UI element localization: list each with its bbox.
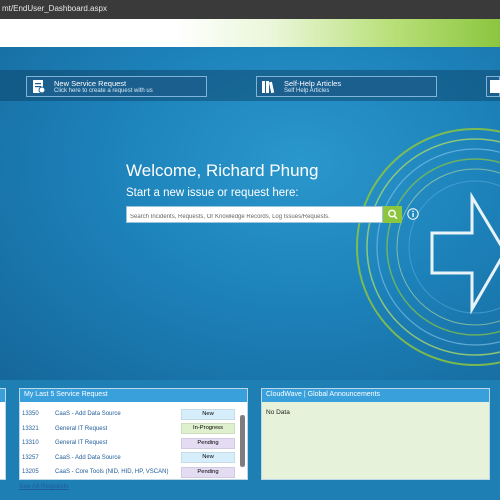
status-badge: New	[181, 408, 235, 420]
table-row[interactable]: 13205 CaaS - Core Tools (NID, HID, HP, VS…	[22, 465, 235, 480]
table-row[interactable]: 13350 CaaS - Add Data Source New	[22, 407, 235, 422]
table-row[interactable]: 13257 CaaS - Add Data Source New	[22, 451, 235, 466]
welcome-heading: Welcome, Richard Phung	[126, 161, 319, 180]
announcements-body: No Data	[266, 409, 290, 416]
search-prompt: Start a new issue or request here:	[126, 187, 299, 199]
requests-scrollbar[interactable]	[240, 415, 245, 467]
scrollbar-thumb[interactable]	[240, 415, 245, 467]
table-row[interactable]: 13310 General IT Request Pending	[22, 436, 235, 451]
request-title[interactable]: General IT Request	[55, 426, 107, 432]
table-row[interactable]: 13321 General IT Request In-Progress	[22, 422, 235, 437]
third-nav-tile[interactable]	[486, 76, 500, 97]
status-badge: Pending	[181, 437, 235, 449]
tile-title: Self-Help Articles	[284, 79, 342, 88]
request-title[interactable]: CaaS - Add Data Source	[55, 455, 121, 461]
address-url[interactable]: mt/EndUser_Dashboard.aspx	[2, 4, 107, 13]
request-id[interactable]: 13205	[22, 469, 39, 475]
requests-table: 13350 CaaS - Add Data Source New 13321 Gener…	[22, 407, 235, 480]
document-icon	[490, 80, 500, 93]
request-title[interactable]: CaaS - Add Data Source	[55, 411, 121, 417]
info-icon[interactable]	[407, 208, 419, 220]
request-title[interactable]: General IT Request	[55, 440, 107, 446]
request-id[interactable]: 13321	[22, 426, 39, 432]
search-icon	[388, 209, 398, 220]
request-id[interactable]: 13350	[22, 411, 39, 417]
search-button[interactable]	[383, 206, 402, 223]
request-title[interactable]: CaaS - Core Tools (NID, HID, HP, VSCAN)	[55, 469, 168, 475]
panel-title: My Last 5 Service Request	[20, 389, 247, 402]
status-badge: In-Progress	[181, 423, 235, 435]
search-input[interactable]	[126, 206, 383, 223]
tile-subtitle: Self Help Articles	[284, 88, 330, 94]
tile-title: New Service Request	[54, 79, 127, 88]
browser-address-bar[interactable]: mt/EndUser_Dashboard.aspx	[0, 0, 500, 20]
request-id[interactable]: 13257	[22, 455, 39, 461]
request-id[interactable]: 13310	[22, 440, 39, 446]
panel-title: CloudWave | Global Announcements	[262, 389, 489, 402]
books-icon	[262, 81, 275, 94]
panel-header	[0, 389, 5, 402]
announcements-panel: CloudWave | Global Announcements No Data	[261, 388, 490, 480]
status-badge: New	[181, 452, 235, 464]
see-all-requests-link[interactable]: See All Requests	[19, 483, 69, 490]
new-service-request-tile[interactable]: New Service Request Click here to create…	[26, 76, 207, 97]
status-badge: Pending	[181, 466, 235, 478]
tile-subtitle: Click here to create a request with us	[54, 88, 153, 94]
top-banner	[0, 19, 500, 47]
self-help-articles-tile[interactable]: Self-Help Articles Self Help Articles	[256, 76, 437, 97]
service-requests-panel: My Last 5 Service Request 13350 CaaS - Ad…	[19, 388, 248, 480]
left-partial-panel	[0, 388, 6, 480]
arrow-icon	[430, 191, 500, 315]
new-request-icon	[33, 80, 46, 94]
